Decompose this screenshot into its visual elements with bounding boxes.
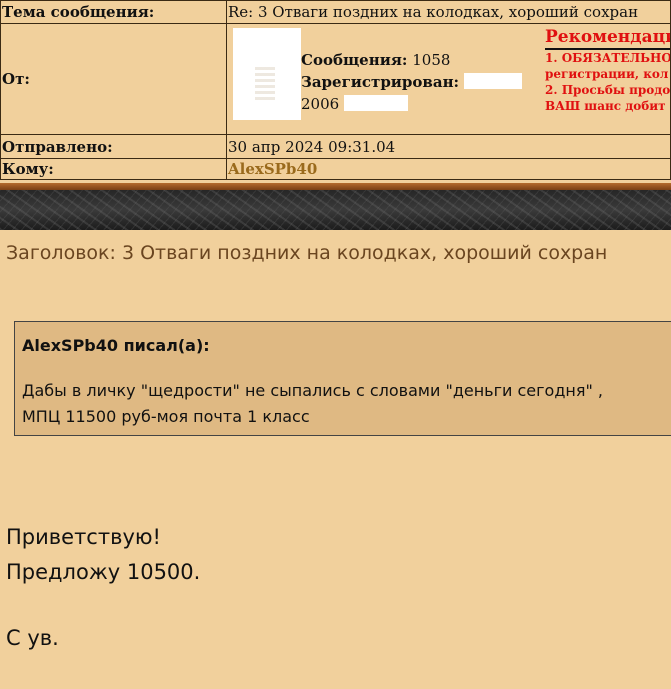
subject-row: Тема сообщения: Re: 3 Отваги поздних на … xyxy=(0,0,671,24)
recommendation-line: 1. ОБЯЗАТЕЛЬНО xyxy=(545,51,671,65)
messages-count: 1058 xyxy=(412,51,451,69)
recommendations-title: Рекомендаци xyxy=(545,26,670,50)
quote-line: Дабы в личку "щедрости" не сыпались с сл… xyxy=(22,381,604,400)
to-cell: AlexSPb40 xyxy=(226,158,671,180)
divider-bar xyxy=(0,183,671,190)
marble-banner xyxy=(0,190,671,230)
sent-label: Отправлено: xyxy=(0,134,227,159)
registered-line: Зарегистрирован: xyxy=(301,71,522,93)
quote-line: МПЦ 11500 руб-моя почта 1 класс xyxy=(22,407,310,426)
quote-box: AlexSPb40 писал(а): Дабы в личку "щедрос… xyxy=(14,321,671,436)
registered-label: Зарегистрирован: xyxy=(301,73,460,91)
recommendation-line: ВАШ шанс добит xyxy=(545,99,666,113)
quote-text: Дабы в личку "щедрости" не сыпались с сл… xyxy=(22,378,603,430)
from-row: От: Сообщения: 1058 Зарегистрирован: 200… xyxy=(0,23,671,135)
to-row: Кому: AlexSPb40 xyxy=(0,158,671,180)
registered-year-line: 2006 xyxy=(301,93,522,115)
recommendation-line: регистрации, кол xyxy=(545,67,669,81)
message-line-offer: Предложу 10500. xyxy=(6,560,201,584)
messages-label: Сообщения: xyxy=(301,51,408,69)
sent-row: Отправлено: 30 апр 2024 09:31.04 xyxy=(0,134,671,159)
messages-count-line: Сообщения: 1058 xyxy=(301,49,522,71)
redacted-date xyxy=(463,73,522,89)
message-line-greeting: Приветствую! xyxy=(6,525,161,549)
from-label: От: xyxy=(0,23,227,135)
sent-value: 30 апр 2024 09:31.04 xyxy=(226,134,671,159)
subject-value: Re: 3 Отваги поздних на колодках, хороши… xyxy=(226,0,671,24)
from-cell: Сообщения: 1058 Зарегистрирован: 2006 Ре… xyxy=(226,23,671,135)
to-label: Кому: xyxy=(0,158,227,180)
user-info: Сообщения: 1058 Зарегистрирован: 2006 xyxy=(301,49,522,115)
subject-label: Тема сообщения: xyxy=(0,0,227,24)
recommendations-block: Рекомендаци 1. ОБЯЗАТЕЛЬНО регистрации, … xyxy=(545,26,671,114)
quote-author: AlexSPb40 писал(а): xyxy=(22,336,210,355)
recipient-link[interactable]: AlexSPb40 xyxy=(228,160,317,178)
post-title: Заголовок: 3 Отваги поздних на колодках,… xyxy=(6,242,608,264)
message-header-table: Тема сообщения: Re: 3 Отваги поздних на … xyxy=(0,0,671,180)
message-line-signoff: С ув. xyxy=(6,626,59,650)
avatar xyxy=(233,28,301,120)
recommendation-line: 2. Просьбы продо xyxy=(545,83,671,97)
registered-year: 2006 xyxy=(301,95,340,113)
redacted-location xyxy=(343,95,408,111)
